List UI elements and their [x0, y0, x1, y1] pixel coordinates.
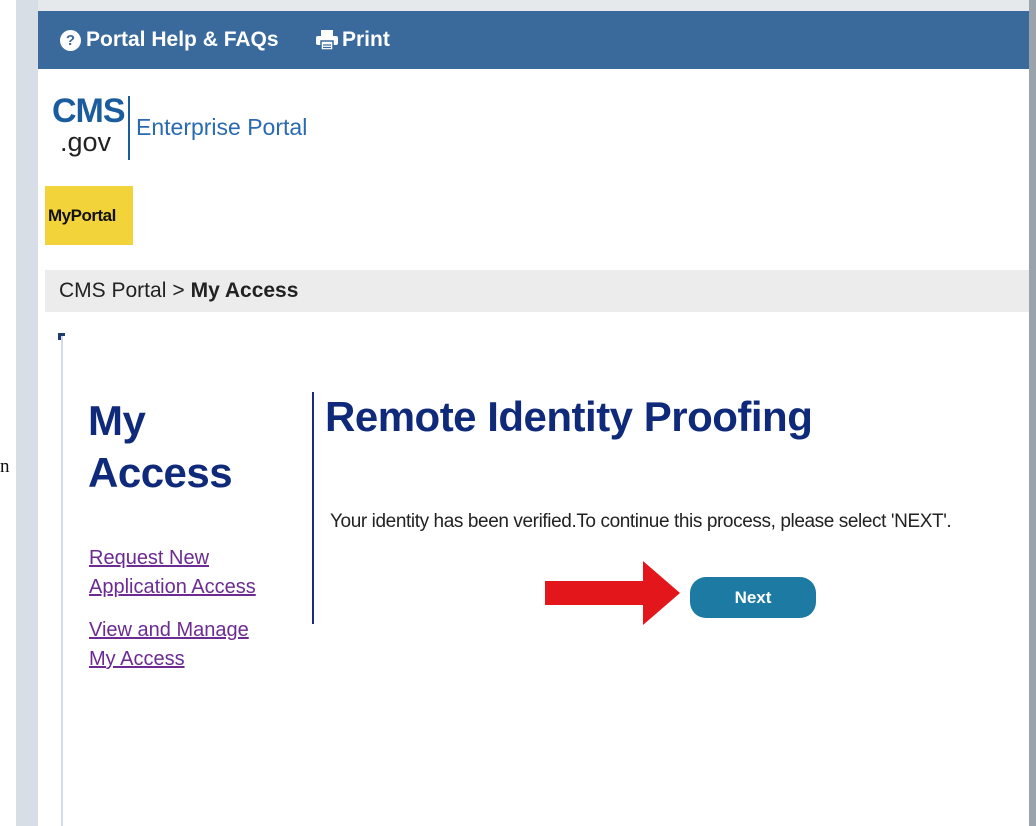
screenshot-frame-left — [16, 0, 38, 826]
content-divider — [312, 392, 314, 624]
breadcrumb-root-link[interactable]: CMS Portal — [59, 279, 166, 303]
screenshot-frame-right — [1029, 0, 1036, 826]
portal-help-link[interactable]: ? Portal Help & FAQs — [60, 28, 279, 52]
sidebar-title-line2: Access — [88, 449, 233, 496]
question-circle-icon: ? — [60, 29, 81, 51]
print-link[interactable]: Print — [316, 28, 390, 52]
content-corner-mark — [58, 333, 65, 340]
sidebar-title-line1: My — [88, 397, 146, 444]
portal-help-label: Portal Help & FAQs — [86, 28, 279, 51]
link-line: Request New — [89, 547, 210, 569]
printer-icon — [316, 30, 338, 50]
breadcrumb: CMS Portal > My Access — [45, 270, 1029, 312]
screenshot-frame-top — [16, 0, 1036, 11]
content-border — [61, 336, 63, 826]
annotation-arrow-icon — [545, 561, 680, 625]
link-line: View and Manage — [89, 619, 249, 641]
sidebar-title: My Access — [88, 395, 288, 499]
view-and-manage-my-access-link[interactable]: View and Manage My Access — [89, 616, 259, 674]
next-button[interactable]: Next — [690, 577, 816, 618]
logo-divider — [128, 96, 130, 160]
link-line: My Access — [89, 648, 185, 670]
link-line: Application Access — [89, 576, 256, 598]
logo-cms-text: CMS — [52, 92, 126, 130]
logo-gov-text: .gov — [60, 127, 112, 157]
print-label: Print — [342, 28, 390, 51]
breadcrumb-separator: > — [172, 279, 185, 302]
breadcrumb-current: My Access — [190, 279, 299, 302]
page-title: Remote Identity Proofing — [325, 393, 813, 440]
request-new-application-access-link[interactable]: Request New Application Access — [89, 544, 259, 602]
verification-message: Your identity has been verified.To conti… — [330, 511, 952, 532]
top-utility-bar: ? Portal Help & FAQs Print — [38, 11, 1029, 69]
enterprise-portal-title: Enterprise Portal — [136, 114, 308, 140]
stray-text: n — [0, 456, 10, 477]
tab-myportal[interactable]: MyPortal — [45, 186, 133, 245]
